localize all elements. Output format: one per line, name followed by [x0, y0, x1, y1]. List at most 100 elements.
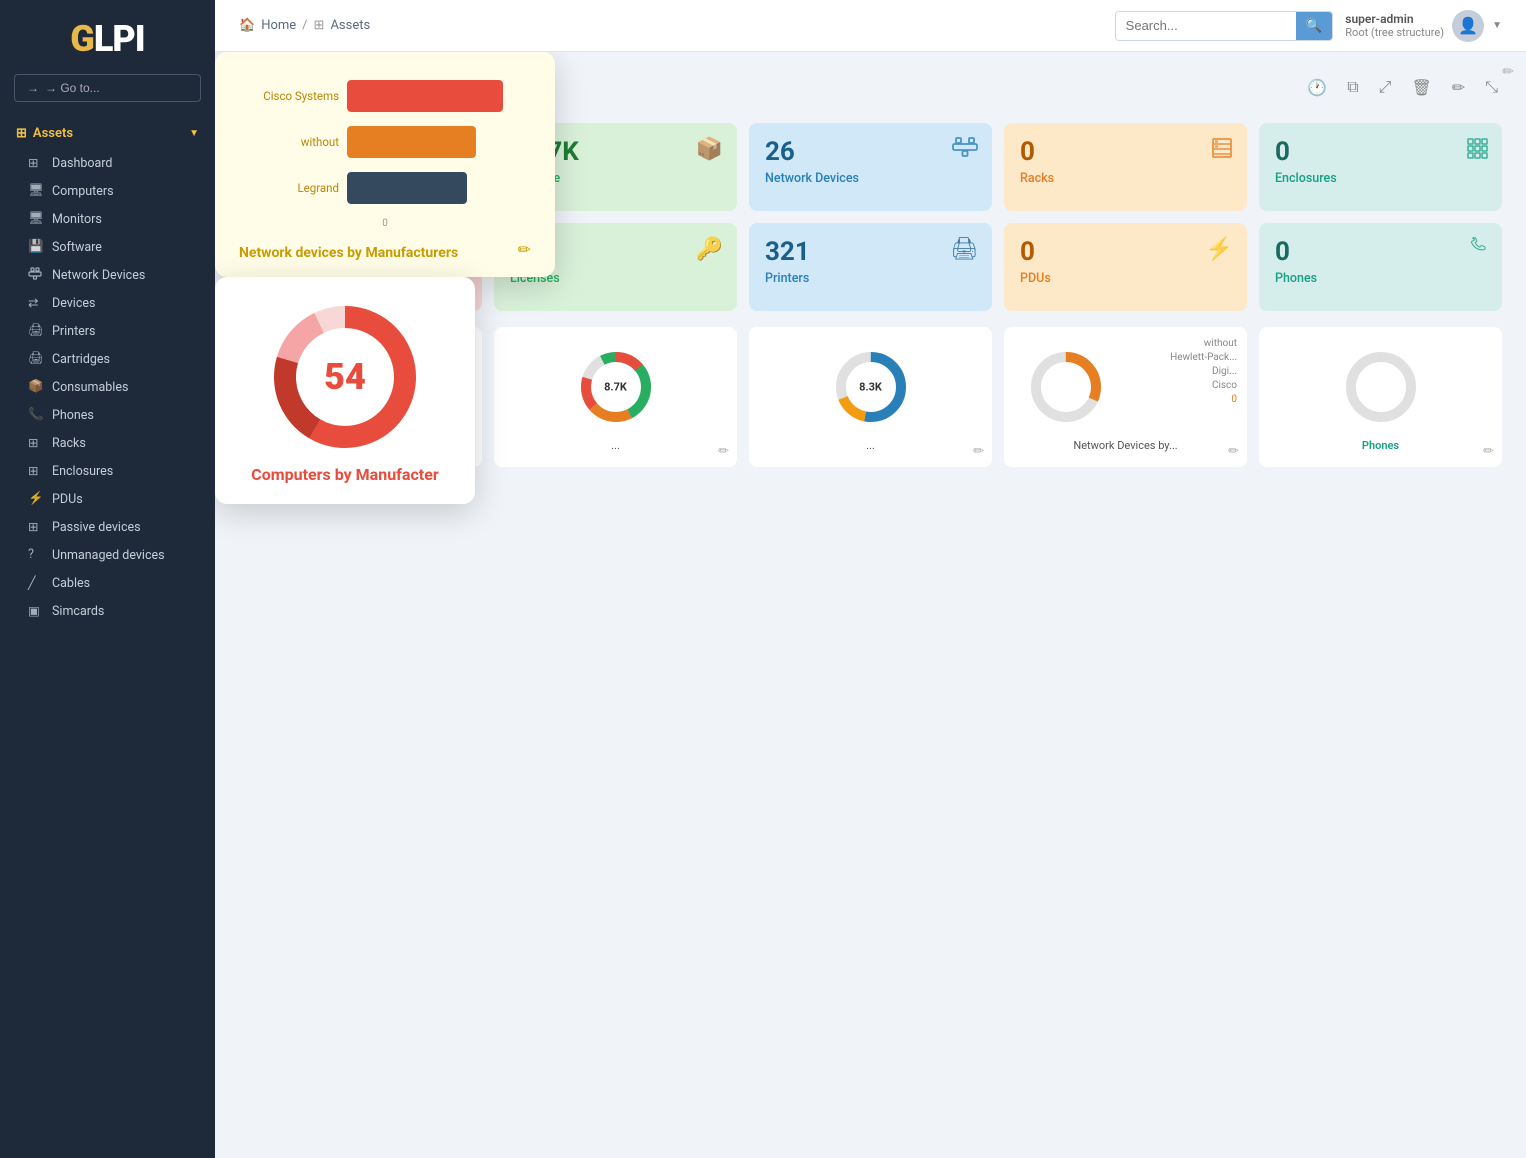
chart-4-value: 0 — [1170, 393, 1237, 407]
chart-3: 8.3K ... ✏ — [749, 327, 992, 467]
unmanaged-icon: ? — [28, 547, 44, 563]
copy-button[interactable]: ⧉ — [1343, 74, 1362, 102]
cartridges-icon: 🖨 — [28, 351, 44, 367]
nav-item-cables[interactable]: ╱ Cables — [0, 569, 215, 597]
phones-icon: 📞 — [28, 407, 44, 423]
card-label: Software — [510, 171, 721, 186]
chart-3-edit[interactable]: ✏ — [973, 444, 984, 459]
chart-3-title: ... — [866, 439, 875, 452]
computers-card-edit-icon[interactable]: ✏ — [1502, 64, 1514, 80]
stat-card-computers[interactable]: 8.8K Computers — [239, 123, 482, 211]
dashboard-icon: ⊞ — [28, 155, 44, 171]
nav-label: Monitors — [52, 212, 102, 227]
home-icon: 🏠 — [239, 18, 255, 33]
nav-label: Network Devices — [52, 268, 145, 283]
donut-1: 8.8K — [321, 347, 401, 427]
computers-icon: 🖥 — [28, 183, 44, 199]
nav-item-computers[interactable]: 🖥 Computers — [0, 177, 215, 205]
user-role: Root (tree structure) — [1345, 26, 1444, 39]
card-label: Printers — [765, 271, 976, 286]
goto-button[interactable]: → → Go to... — [14, 74, 201, 102]
topbar-right: 🔍 super-admin Root (tree structure) 👤 ▼ — [1115, 10, 1502, 42]
stat-card-network[interactable]: 26 Network Devices — [749, 123, 992, 211]
nav-label: Cartridges — [52, 352, 110, 367]
stat-card-enclosures[interactable]: 0 Enclosures — [1259, 123, 1502, 211]
nav-label: Racks — [52, 436, 86, 451]
goto-label: → Go to... — [45, 81, 100, 95]
stat-card-phones[interactable]: 0 Phones — [1259, 223, 1502, 311]
toolbar-right: 🕐 ⧉ ⤢ 🗑 ✏ ⤡ — [1303, 74, 1502, 102]
chart-4-label-hp: Hewlett-Pack... — [1170, 351, 1237, 365]
topbar: 🏠 Home / ⊞ Assets 🔍 super-admin Root (tr… — [215, 0, 1526, 52]
home-link[interactable]: Home — [261, 18, 296, 33]
chart-5-edit[interactable]: ✏ — [1483, 444, 1494, 459]
add-tab-button[interactable]: + — [319, 72, 350, 103]
licenses-card-icon: 🔑 — [696, 237, 723, 262]
nav-item-consumables[interactable]: 📦 Consumables — [0, 373, 215, 401]
card-label: Network Devices — [765, 171, 976, 186]
delete-button[interactable]: 🗑 — [1407, 74, 1435, 102]
stat-card-printers[interactable]: 🖨 321 Printers — [749, 223, 992, 311]
chart-2-title: ... — [611, 439, 620, 452]
nav-label: Devices — [52, 296, 95, 311]
nav-label: Printers — [52, 324, 95, 339]
card-label: Licenses — [510, 271, 721, 286]
cables-icon: ╱ — [28, 575, 44, 591]
username: super-admin — [1345, 12, 1444, 26]
stat-card-licenses[interactable]: 🔑 0 Licenses — [494, 223, 737, 311]
nav-item-simcards[interactable]: ▣ Simcards — [0, 597, 215, 625]
nav-item-cartridges[interactable]: 🖨 Cartridges — [0, 345, 215, 373]
breadcrumb: 🏠 Home / ⊞ Assets — [239, 18, 370, 33]
expand-button[interactable]: ⤡ — [1481, 74, 1502, 102]
card-value: 0 — [1275, 137, 1486, 167]
chart-4-edit[interactable]: ✏ — [1228, 444, 1239, 459]
stat-card-software[interactable]: 📦 43.7K Software — [494, 123, 737, 211]
share-button[interactable]: ⤢ — [1375, 74, 1396, 102]
nav-item-network-devices[interactable]: Network Devices — [0, 261, 215, 289]
nav-item-monitors[interactable]: 🖥 Monitors — [0, 205, 215, 233]
nav-item-printers[interactable]: 🖨 Printers — [0, 317, 215, 345]
nav-label: Dashboard — [52, 156, 112, 171]
edit-button[interactable]: ✏ — [1448, 74, 1469, 102]
card-value: 43.7K — [510, 137, 721, 167]
search-button[interactable]: 🔍 — [1296, 12, 1333, 40]
avatar: 👤 — [1452, 10, 1484, 42]
chart-1-edit[interactable]: ✏ — [463, 444, 474, 459]
app-logo: GLPI — [70, 18, 144, 60]
nav-label: Cables — [52, 576, 90, 591]
donut-1-label: 8.8K — [349, 381, 372, 394]
software-card-icon: 📦 — [696, 137, 723, 162]
nav-item-dashboard[interactable]: ⊞ Dashboard — [0, 149, 215, 177]
nav-item-passive[interactable]: ⊞ Passive devices — [0, 513, 215, 541]
breadcrumb-sep: / — [302, 18, 307, 33]
assets-link[interactable]: Assets — [330, 18, 370, 33]
sidebar: GLPI → → Go to... ⊞ Assets ▼ ⊞ Dashboard… — [0, 0, 215, 1158]
history-button[interactable]: 🕐 — [1303, 74, 1331, 102]
stat-card-monitors[interactable]: 10.9K Monitors — [239, 223, 482, 311]
chart-2-edit[interactable]: ✏ — [718, 444, 729, 459]
software-icon: 💾 — [28, 239, 44, 255]
nav-item-unmanaged[interactable]: ? Unmanaged devices — [0, 541, 215, 569]
card-value: 0 — [1275, 237, 1486, 267]
nav-label: Consumables — [52, 380, 128, 395]
nav-item-phones[interactable]: 📞 Phones — [0, 401, 215, 429]
nav-item-software[interactable]: 💾 Software — [0, 233, 215, 261]
nav-item-racks[interactable]: ⊞ Racks — [0, 429, 215, 457]
card-value: 321 — [765, 237, 976, 267]
nav-label: Enclosures — [52, 464, 113, 479]
nav-label: Phones — [52, 408, 94, 423]
tab-chevron-icon: ▼ — [286, 82, 296, 93]
search-box: 🔍 — [1115, 11, 1334, 41]
nav-item-pdus[interactable]: ⚡ PDUs — [0, 485, 215, 513]
chart-1-title: Comp... by S... — [326, 439, 396, 452]
chart-network-devices: without Hewlett-Pack... Digi... Cisco 0 … — [1004, 327, 1247, 467]
donut-4 — [1026, 347, 1106, 427]
parc-tab[interactable]: Parc ▼ — [239, 74, 311, 101]
nav-item-devices[interactable]: ⇄ Devices — [0, 289, 215, 317]
search-input[interactable] — [1116, 12, 1296, 39]
pdus-icon: ⚡ — [28, 491, 44, 507]
nav-item-enclosures[interactable]: ⊞ Enclosures — [0, 457, 215, 485]
assets-section-header[interactable]: ⊞ Assets ▼ — [0, 118, 215, 149]
stat-card-pdus[interactable]: ⚡ 0 PDUs — [1004, 223, 1247, 311]
stat-card-racks[interactable]: 0 Racks — [1004, 123, 1247, 211]
